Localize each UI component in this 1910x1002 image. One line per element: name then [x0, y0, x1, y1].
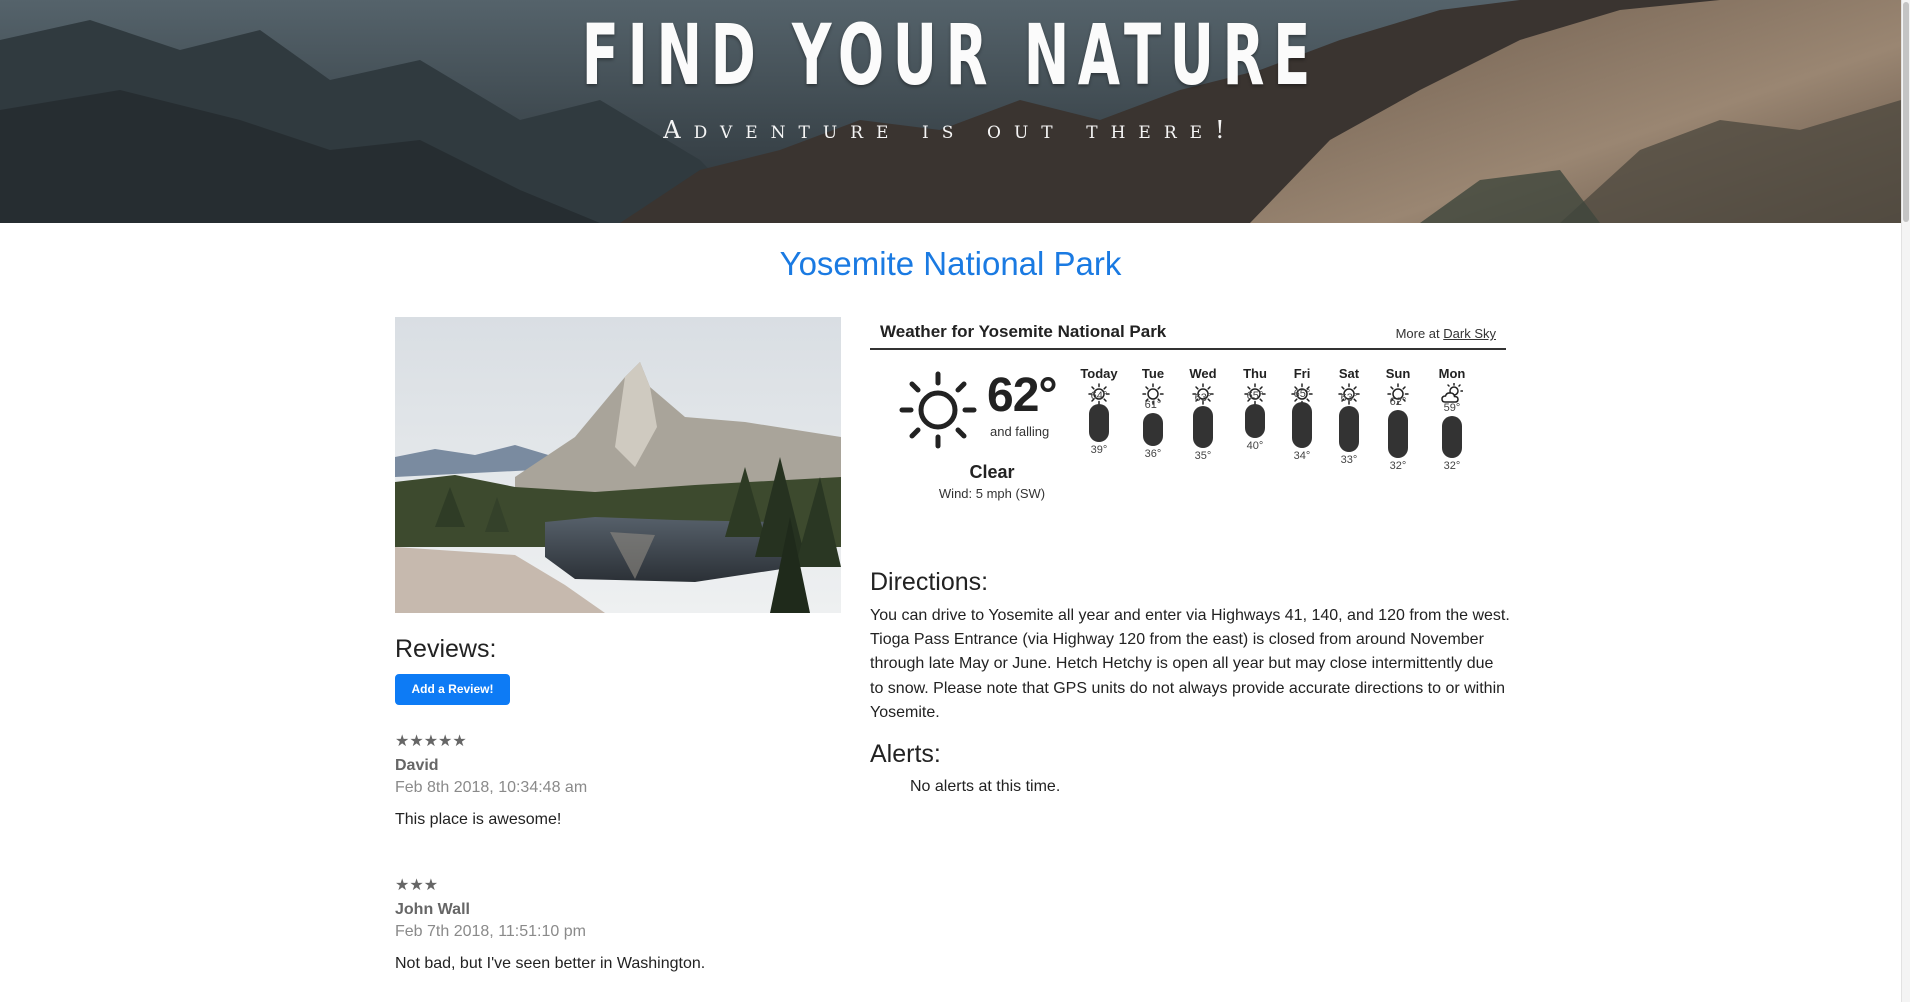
temperature-trend: and falling [990, 424, 1050, 439]
review-item: ★★★ John Wall Feb 7th 2018, 11:51:10 pm … [395, 877, 705, 973]
review-author: John Wall [395, 901, 470, 918]
hero-banner: FIND YOUR NATURE Adventure is out there! [0, 0, 1901, 223]
forecast-low: 39° [1090, 444, 1108, 456]
forecast-day-name: Wed [1189, 366, 1217, 381]
temperature-range-bar [1339, 406, 1359, 452]
dark-sky-link[interactable]: Dark Sky [1443, 326, 1496, 341]
review-text: This place is awesome! [395, 811, 562, 828]
forecast-day: Tue 61° 36° [1128, 366, 1178, 460]
forecast-high: 65° [1293, 388, 1311, 400]
directions-text: You can drive to Yosemite all year and e… [870, 607, 1510, 721]
forecast-day: Mon 59° 32° [1427, 366, 1477, 472]
forecast-high: 65° [1246, 390, 1264, 402]
alerts-heading: Alerts: [870, 740, 941, 768]
forecast-day-name: Fri [1293, 366, 1311, 381]
weather-title: Weather for Yosemite National Park [880, 322, 1167, 341]
temperature-range-bar [1388, 410, 1408, 458]
hero-subtitle: Adventure is out there! [663, 116, 1238, 144]
add-review-button[interactable]: Add a Review! [395, 674, 510, 705]
page-scrollbar[interactable] [1901, 0, 1910, 1002]
temperature-range-bar [1442, 416, 1462, 458]
review-date: Feb 7th 2018, 11:51:10 pm [395, 923, 586, 940]
forecast-day-name: Sun [1385, 366, 1411, 381]
forecast-day: Fri 65° 34° [1277, 366, 1327, 462]
forecast-day-name: Tue [1141, 366, 1165, 381]
forecast-low: 34° [1293, 450, 1311, 462]
review-item: ★★★★★ David Feb 8th 2018, 10:34:48 am Th… [395, 733, 587, 829]
forecast-high: 59° [1443, 402, 1461, 414]
forecast-day: Thu 65° 40° [1230, 366, 1280, 452]
forecast-day-name: Mon [1438, 366, 1466, 381]
park-title: Yosemite National Park [779, 245, 1122, 282]
weather-summary: Clear [969, 462, 1015, 482]
forecast-low: 32° [1443, 460, 1461, 472]
forecast-high: 64° [1090, 390, 1108, 402]
temperature-range-bar [1143, 413, 1163, 446]
forecast-low: 35° [1194, 450, 1212, 462]
review-text: Not bad, but I've seen better in Washing… [395, 955, 706, 972]
wind-info: Wind: 5 mph (SW) [938, 486, 1046, 501]
forecast-low: 32° [1389, 460, 1407, 472]
reviews-heading: Reviews: [395, 635, 497, 663]
forecast-day: Sun 62° 32° [1373, 366, 1423, 472]
directions-heading: Directions: [870, 568, 989, 596]
weather-header: Weather for Yosemite National Park More … [870, 318, 1506, 350]
temperature-range-bar [1089, 404, 1109, 442]
current-temperature: 62° [987, 369, 1058, 422]
review-date: Feb 8th 2018, 10:34:48 am [395, 779, 588, 796]
forecast-high: 61° [1144, 399, 1162, 411]
star-rating: ★★★ [395, 877, 439, 894]
forecast-low: 40° [1246, 440, 1264, 452]
alerts-text: No alerts at this time. [910, 778, 1061, 795]
temperature-range-bar [1193, 406, 1213, 448]
forecast-day-name: Sat [1338, 366, 1360, 381]
scrollbar-thumb[interactable] [1903, 2, 1909, 222]
forecast-high: 63° [1340, 392, 1358, 404]
forecast-day-name: Thu [1243, 366, 1267, 381]
review-author: David [395, 757, 439, 774]
forecast-day: Today 64° 39° [1074, 366, 1124, 456]
forecast-high: 62° [1389, 396, 1407, 408]
park-photo [395, 317, 841, 613]
temperature-range-bar [1292, 402, 1312, 448]
sun-icon [899, 371, 977, 449]
forecast-low: 33° [1340, 454, 1358, 466]
forecast-high: 63° [1194, 392, 1212, 404]
star-rating: ★★★★★ [395, 733, 467, 750]
hero-title: FIND YOUR NATURE [581, 6, 1319, 104]
weather-more: More at Dark Sky [1396, 326, 1496, 341]
weather-widget: Weather for Yosemite National Park More … [870, 318, 1506, 533]
forecast-low: 36° [1144, 448, 1162, 460]
forecast-day-name: Today [1080, 366, 1118, 381]
weather-more-prefix: More at [1395, 326, 1444, 341]
forecast-day: Sat 63° 33° [1324, 366, 1374, 466]
temperature-range-bar [1245, 404, 1265, 438]
forecast-day: Wed 63° 35° [1178, 366, 1228, 462]
